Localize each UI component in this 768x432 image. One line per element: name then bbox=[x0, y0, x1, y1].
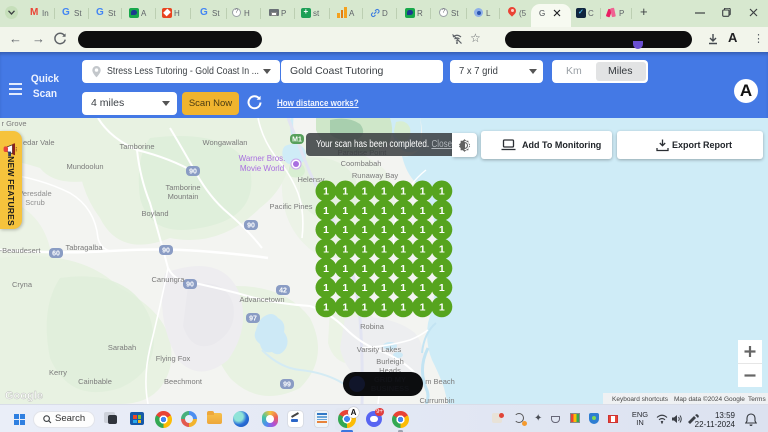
svg-text:Cainbable: Cainbable bbox=[78, 377, 112, 386]
svg-text:Tamborine: Tamborine bbox=[165, 183, 200, 192]
svg-text:1: 1 bbox=[342, 186, 348, 198]
svg-text:90: 90 bbox=[162, 248, 170, 255]
svg-text:1: 1 bbox=[400, 205, 406, 217]
svg-text:90: 90 bbox=[189, 169, 197, 176]
svg-text:1: 1 bbox=[323, 186, 329, 198]
svg-text:Varsity Lakes: Varsity Lakes bbox=[357, 345, 402, 354]
svg-text:1: 1 bbox=[439, 282, 445, 294]
svg-text:Beechmont: Beechmont bbox=[164, 377, 203, 386]
svg-text:Pacific Pines: Pacific Pines bbox=[270, 202, 313, 211]
svg-text:60: 60 bbox=[52, 251, 60, 258]
svg-text:1: 1 bbox=[400, 244, 406, 256]
svg-text:1: 1 bbox=[362, 263, 368, 275]
svg-text:Canungra: Canungra bbox=[152, 275, 186, 284]
svg-text:Robina: Robina bbox=[360, 322, 385, 331]
svg-text:1: 1 bbox=[381, 224, 387, 236]
svg-text:Flying Fox: Flying Fox bbox=[156, 354, 191, 363]
svg-text:1: 1 bbox=[420, 301, 426, 313]
svg-text:Advancetown: Advancetown bbox=[239, 295, 284, 304]
svg-text:1: 1 bbox=[323, 244, 329, 256]
svg-text:m Beach: m Beach bbox=[425, 377, 455, 386]
svg-text:1: 1 bbox=[342, 301, 348, 313]
svg-text:1: 1 bbox=[420, 263, 426, 275]
svg-text:1: 1 bbox=[420, 282, 426, 294]
svg-text:1: 1 bbox=[439, 244, 445, 256]
svg-text:1: 1 bbox=[381, 205, 387, 217]
svg-text:90: 90 bbox=[247, 223, 255, 230]
svg-text:Veresdale: Veresdale bbox=[18, 189, 51, 198]
svg-text:1: 1 bbox=[420, 205, 426, 217]
svg-text:Burleigh: Burleigh bbox=[376, 357, 404, 366]
svg-text:1: 1 bbox=[381, 244, 387, 256]
svg-text:99: 99 bbox=[283, 382, 291, 389]
svg-text:97: 97 bbox=[249, 316, 257, 323]
svg-text:1: 1 bbox=[400, 282, 406, 294]
svg-text:Runaway Bay: Runaway Bay bbox=[352, 171, 399, 180]
svg-text:Movie World: Movie World bbox=[240, 164, 284, 173]
svg-text:1: 1 bbox=[420, 186, 426, 198]
svg-text:Kerry: Kerry bbox=[49, 368, 67, 377]
svg-text:1: 1 bbox=[400, 301, 406, 313]
svg-text:1: 1 bbox=[323, 282, 329, 294]
svg-text:1: 1 bbox=[381, 301, 387, 313]
svg-text:Map data ©2024 Google: Map data ©2024 Google bbox=[674, 395, 745, 403]
svg-text:1: 1 bbox=[323, 224, 329, 236]
svg-text:1: 1 bbox=[323, 263, 329, 275]
svg-text:1: 1 bbox=[362, 186, 368, 198]
svg-text:1: 1 bbox=[323, 301, 329, 313]
svg-text:1: 1 bbox=[400, 224, 406, 236]
svg-text:1: 1 bbox=[342, 282, 348, 294]
svg-text:edar Vale: edar Vale bbox=[23, 138, 55, 147]
svg-text:1: 1 bbox=[439, 205, 445, 217]
svg-text:Mountain: Mountain bbox=[168, 192, 199, 201]
svg-text:Scrub: Scrub bbox=[25, 198, 45, 207]
svg-text:Wongawallan: Wongawallan bbox=[203, 138, 248, 147]
svg-text:Cryna: Cryna bbox=[12, 280, 33, 289]
svg-text:M1: M1 bbox=[292, 137, 302, 144]
svg-text:1: 1 bbox=[439, 224, 445, 236]
svg-text:1: 1 bbox=[381, 186, 387, 198]
svg-text:Boyland: Boyland bbox=[141, 209, 168, 218]
svg-text:1: 1 bbox=[439, 301, 445, 313]
svg-text:1: 1 bbox=[342, 224, 348, 236]
svg-text:1: 1 bbox=[381, 263, 387, 275]
svg-text:r Grove: r Grove bbox=[1, 119, 26, 128]
svg-text:Google: Google bbox=[5, 390, 43, 402]
svg-text:-Beaudesert: -Beaudesert bbox=[0, 246, 41, 255]
svg-text:1: 1 bbox=[420, 244, 426, 256]
svg-text:Sarabah: Sarabah bbox=[108, 343, 136, 352]
svg-text:1: 1 bbox=[381, 282, 387, 294]
svg-text:Mundoolun: Mundoolun bbox=[66, 162, 103, 171]
svg-text:42: 42 bbox=[279, 288, 287, 295]
svg-text:1: 1 bbox=[362, 301, 368, 313]
svg-text:1: 1 bbox=[400, 186, 406, 198]
svg-text:Keyboard shortcuts: Keyboard shortcuts bbox=[612, 396, 669, 403]
svg-text:1: 1 bbox=[439, 263, 445, 275]
svg-text:1: 1 bbox=[342, 244, 348, 256]
svg-text:Tabragalba: Tabragalba bbox=[65, 243, 103, 252]
svg-text:1: 1 bbox=[420, 224, 426, 236]
svg-text:1: 1 bbox=[439, 186, 445, 198]
svg-text:90: 90 bbox=[186, 282, 194, 289]
svg-text:Currumbin: Currumbin bbox=[419, 396, 454, 404]
svg-text:Warner Bros.: Warner Bros. bbox=[239, 154, 286, 163]
svg-text:1: 1 bbox=[342, 263, 348, 275]
svg-text:Coombabah: Coombabah bbox=[341, 159, 382, 168]
svg-text:1: 1 bbox=[362, 282, 368, 294]
svg-text:1: 1 bbox=[323, 205, 329, 217]
svg-text:1: 1 bbox=[342, 205, 348, 217]
svg-text:1: 1 bbox=[362, 224, 368, 236]
svg-text:GRID MY: GRID MY bbox=[374, 375, 406, 384]
svg-text:Tamborine: Tamborine bbox=[119, 142, 154, 151]
svg-text:BUSINESS: BUSINESS bbox=[371, 384, 409, 393]
svg-text:1: 1 bbox=[400, 263, 406, 275]
svg-text:1: 1 bbox=[362, 205, 368, 217]
svg-text:1: 1 bbox=[362, 244, 368, 256]
svg-text:Terms: Terms bbox=[748, 396, 766, 403]
